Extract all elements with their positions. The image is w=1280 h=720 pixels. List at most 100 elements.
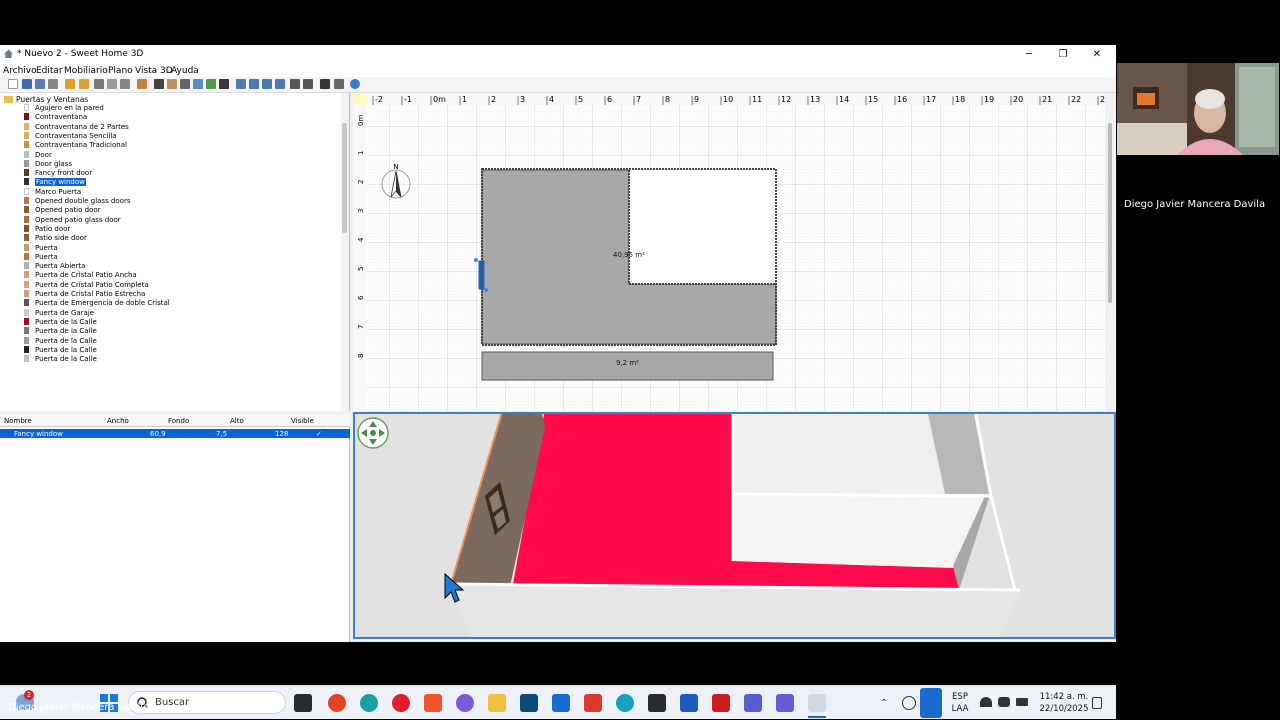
catalog-item[interactable]: Door (24, 150, 52, 160)
table-row[interactable]: Fancy window 60,9 7,5 128 ✓ (0, 429, 350, 438)
plan-view[interactable]: -2 -1 0m 1 2 3 4 5 6 7 8 9 10 11 12 13 14 15 16 17 18 19 20 21 2… (353, 93, 1116, 411)
add-furniture-icon[interactable] (137, 79, 147, 89)
plan-scrollbar[interactable] (1105, 93, 1115, 411)
catalog-item[interactable]: Puerta de la Calle (24, 355, 97, 364)
text-style-icon[interactable] (249, 79, 259, 89)
catalog-item[interactable]: Opened patio glass door (24, 215, 121, 225)
brave-icon[interactable] (424, 694, 442, 712)
catalog-item[interactable]: Marco Puerta (24, 187, 81, 197)
foxit-icon[interactable] (584, 694, 602, 712)
show-hidden-icon[interactable]: ⌃ (878, 698, 890, 708)
catalog-item[interactable]: Patio side door (24, 234, 87, 243)
create-dimensions-icon[interactable] (219, 79, 229, 89)
catalog-item[interactable]: Puerta de Emergencia de doble Cristal (24, 299, 170, 308)
menu-mobiliario[interactable]: Mobiliario (64, 65, 108, 77)
catalog-item[interactable]: Puerta (24, 243, 58, 253)
catalog-item[interactable]: Puerta (24, 252, 58, 262)
cut-icon[interactable] (94, 79, 104, 89)
create-rooms-icon[interactable] (193, 79, 203, 89)
create-polylines-icon[interactable] (206, 79, 216, 89)
catalog-item[interactable]: Contraventana Sencilla (24, 131, 117, 141)
select-mode-icon[interactable] (154, 79, 164, 89)
paste-icon[interactable] (120, 79, 130, 89)
catalog-item[interactable]: Fancy window (24, 178, 86, 187)
chrome-icon[interactable] (328, 694, 346, 712)
restore-button[interactable]: ❐ (1053, 47, 1073, 63)
battery-icon[interactable] (1016, 698, 1028, 706)
app-icon[interactable] (520, 694, 538, 712)
catalog-item[interactable]: Puerta de Garaje (24, 308, 94, 318)
catalog-item[interactable]: Puerta de Cristal Patio Completa (24, 280, 149, 290)
catalog-item[interactable]: Contraventana (24, 113, 87, 122)
create-photo-icon[interactable] (320, 79, 330, 89)
plan-canvas[interactable]: -2 -1 0m 1 2 3 4 5 6 7 8 9 10 11 12 13 14 15 16 17 18 19 20 21 2… (353, 93, 1116, 411)
app2-icon[interactable] (616, 694, 634, 712)
create-video-icon[interactable] (334, 79, 344, 89)
minimize-button[interactable]: ─ (1019, 47, 1039, 63)
zoom-in-icon[interactable] (290, 79, 300, 89)
text-size-icon[interactable] (262, 79, 272, 89)
catalog-item[interactable]: Agujero en la pared (24, 104, 104, 113)
microphone-icon[interactable] (920, 688, 942, 718)
redo-icon[interactable] (79, 79, 89, 89)
text-bold-icon[interactable] (275, 79, 285, 89)
catalog-item[interactable]: Puerta de la Calle (24, 336, 97, 346)
clock-date[interactable]: 22/10/2025 (1036, 704, 1092, 714)
copy-icon[interactable] (107, 79, 117, 89)
clock-time[interactable]: 11:42 a. m. (1036, 692, 1092, 702)
col-nombre[interactable]: Nombre (4, 417, 32, 425)
task-view-icon[interactable] (294, 694, 312, 712)
teams-icon[interactable] (744, 694, 762, 712)
catalog-item[interactable]: Puerta de la Calle (24, 317, 97, 327)
taskbar-search[interactable]: Buscar (128, 691, 286, 714)
menu-editar[interactable]: Editar (36, 65, 63, 77)
catalog-item[interactable]: Opened patio door (24, 206, 101, 215)
preferences-icon[interactable] (48, 79, 58, 89)
sync-off-icon[interactable] (902, 696, 916, 710)
resize-handle[interactable] (484, 288, 488, 292)
outlook-icon[interactable] (552, 694, 570, 712)
catalog-item[interactable]: Door glass (24, 159, 72, 169)
cell-visible[interactable]: ✓ (316, 430, 322, 438)
catalog-item[interactable]: Fancy front door (24, 169, 92, 178)
col-alto[interactable]: Alto (230, 417, 244, 425)
word-icon[interactable] (680, 694, 698, 712)
rotate-handle[interactable] (474, 258, 478, 262)
catalog-item[interactable]: Puerta de la Calle (24, 327, 97, 336)
close-button[interactable]: ✕ (1087, 47, 1107, 63)
language-top[interactable]: ESP (948, 692, 972, 702)
col-ancho[interactable]: Ancho (107, 417, 129, 425)
col-visible[interactable]: Visible (291, 417, 314, 425)
menu-vista-3d[interactable]: Vista 3D (135, 65, 173, 77)
catalog-item[interactable]: Contraventana de 2 Partes (24, 122, 129, 132)
menu-ayuda[interactable]: Ayuda (171, 65, 199, 77)
volume-icon[interactable] (998, 697, 1010, 707)
fancy-window-piece[interactable] (478, 260, 485, 290)
acrobat-icon[interactable] (712, 694, 730, 712)
add-text-icon[interactable] (236, 79, 246, 89)
menu-archivo[interactable]: Archivo (3, 65, 37, 77)
catalog-item[interactable]: Puerta Abierta (24, 262, 85, 271)
catalog-item[interactable]: Puerta de Cristal Patio Ancha (24, 271, 137, 280)
view-3d[interactable] (353, 412, 1116, 639)
opera-icon[interactable] (392, 694, 410, 712)
view-3d-canvas[interactable] (355, 414, 1114, 637)
copilot-icon[interactable] (456, 694, 474, 712)
create-walls-icon[interactable] (180, 79, 190, 89)
pan-mode-icon[interactable] (167, 79, 177, 89)
help-icon[interactable] (350, 79, 360, 89)
catalog-item[interactable]: Contraventana Tradicional (24, 141, 127, 150)
save-icon[interactable] (35, 79, 45, 89)
new-home-icon[interactable] (8, 79, 18, 89)
language-bottom[interactable]: LAA (948, 704, 972, 714)
file-explorer-icon[interactable] (488, 694, 506, 712)
catalog-category[interactable]: Puertas y Ventanas (4, 95, 88, 104)
undo-icon[interactable] (65, 79, 75, 89)
catalog-item[interactable]: Patio door (24, 224, 70, 234)
notifications-icon[interactable] (1092, 697, 1102, 709)
edge-icon[interactable] (360, 694, 378, 712)
sweet-home-taskbar-icon[interactable] (808, 694, 826, 712)
app3-icon[interactable] (648, 694, 666, 712)
catalog-item[interactable]: Puerta de la Calle (24, 345, 97, 355)
teams-meeting-icon[interactable] (776, 694, 794, 712)
